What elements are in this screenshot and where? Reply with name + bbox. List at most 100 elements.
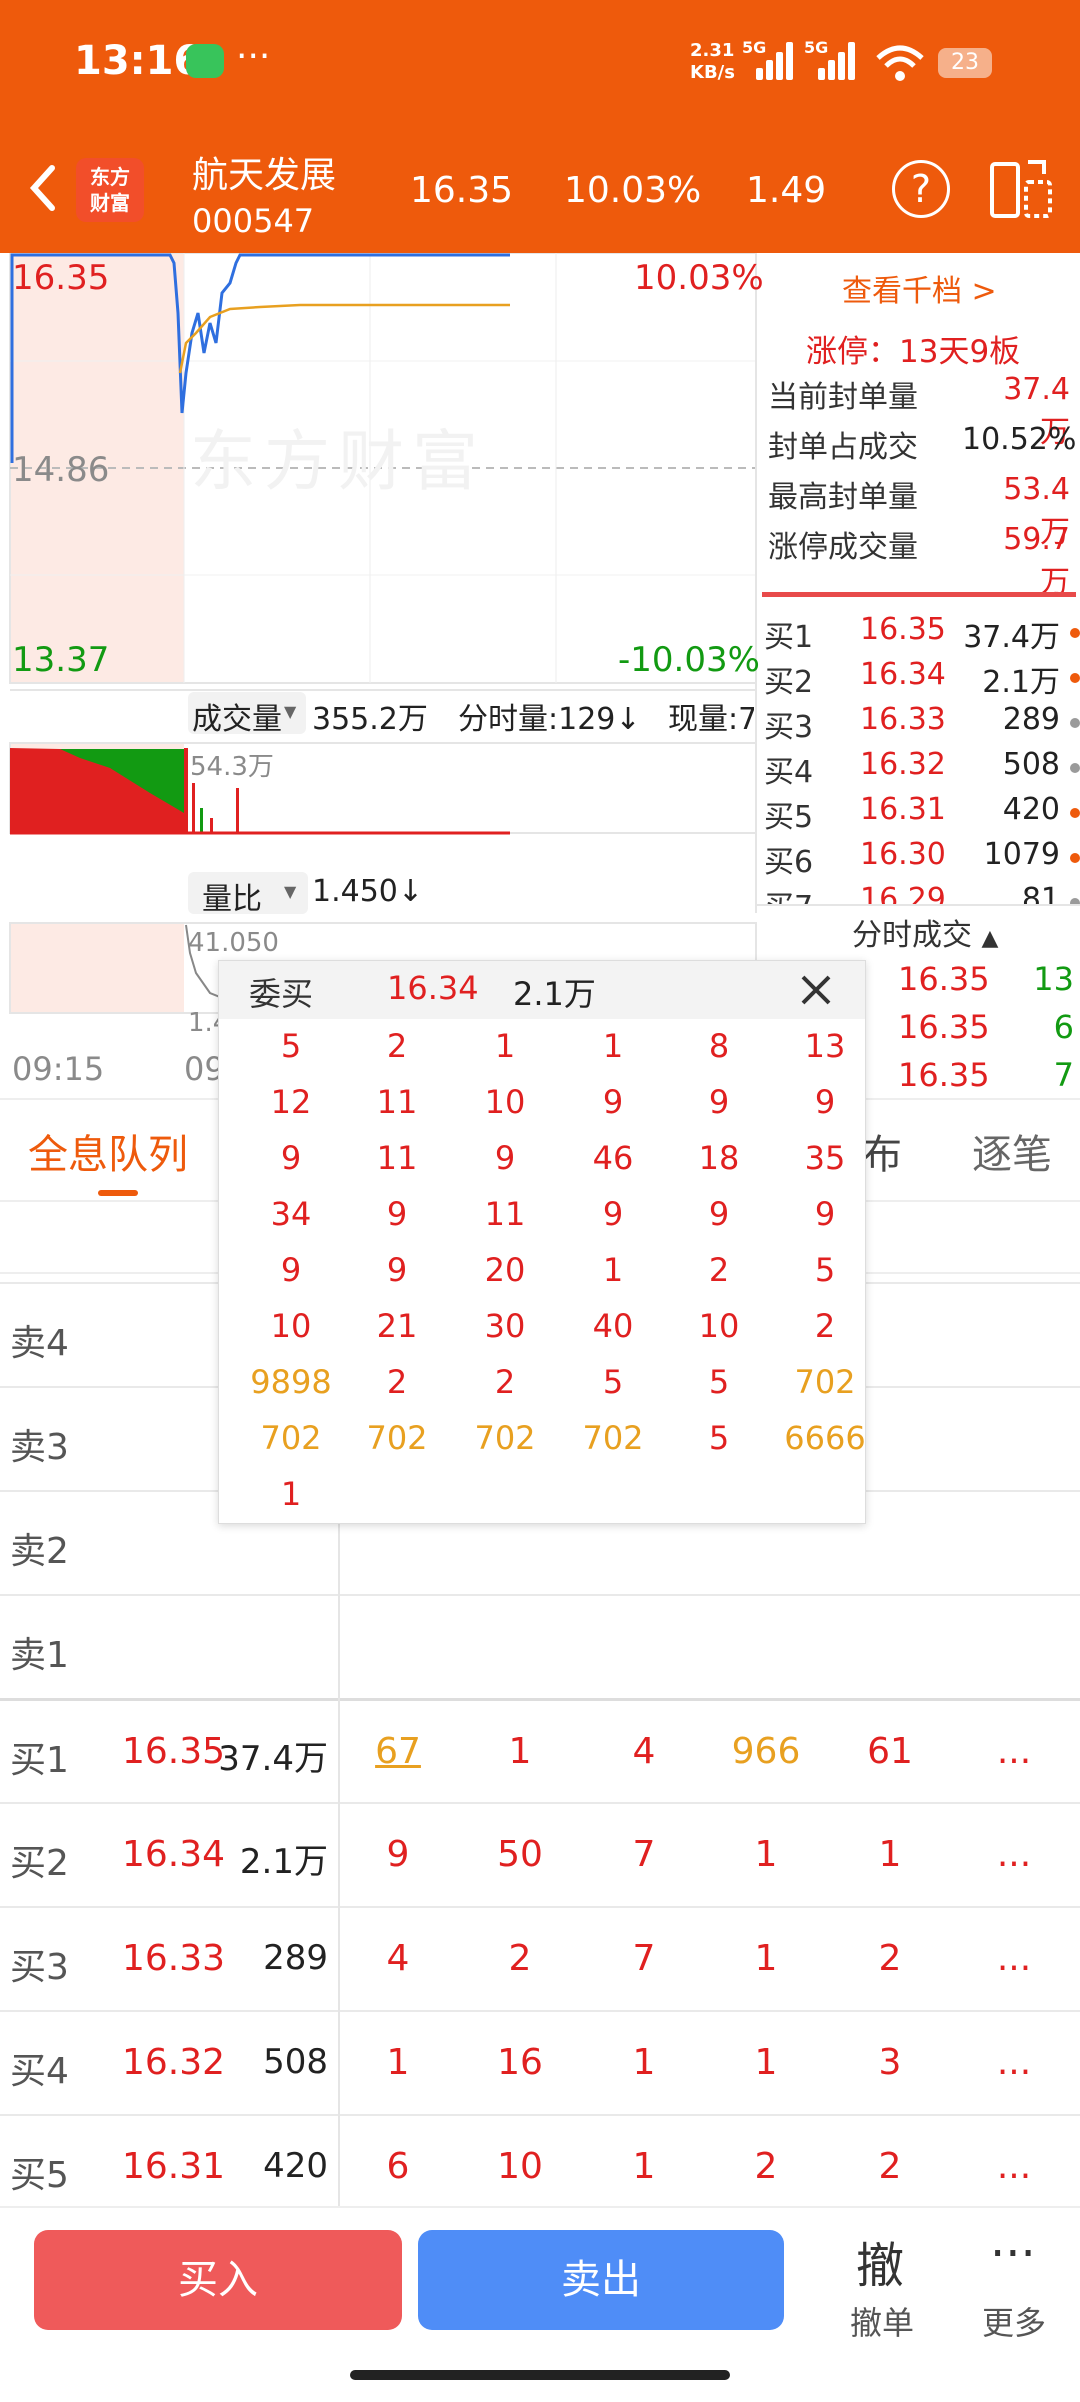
queue-more-icon[interactable]: ... bbox=[974, 1834, 1054, 1875]
logo-line2: 财富 bbox=[90, 191, 130, 215]
minute-volume: 分时量:129↓ bbox=[458, 702, 641, 737]
buy-button[interactable]: 买入 bbox=[34, 2230, 402, 2330]
queue-more-icon[interactable]: ... bbox=[974, 1938, 1054, 1979]
stat-label: 封单占成交 bbox=[768, 430, 918, 465]
status-time: 13:16 bbox=[74, 38, 202, 84]
popup-order-size: 9 bbox=[814, 1083, 836, 1121]
more-label[interactable]: 更多 bbox=[982, 2298, 1046, 2344]
back-icon[interactable] bbox=[22, 158, 62, 218]
cancel-order-icon[interactable]: 撤 bbox=[856, 2226, 904, 2296]
queue-level-price: 16.31 bbox=[122, 2146, 226, 2187]
header-change-pct: 10.03% bbox=[564, 170, 702, 211]
stock-code: 000547 bbox=[192, 202, 315, 240]
queue-order-size: 50 bbox=[497, 1834, 543, 1875]
book-level-volume: 420 bbox=[1002, 792, 1060, 827]
split-screen-icon[interactable] bbox=[988, 158, 1054, 220]
caret-down-icon: ▼ bbox=[284, 882, 297, 901]
view-thousand-levels-link[interactable]: 查看千档 > bbox=[842, 266, 997, 310]
stat-label: 涨停成交量 bbox=[768, 530, 918, 565]
queue-more-icon[interactable]: ... bbox=[974, 1731, 1054, 1772]
order-book-row[interactable]: 买4 16.32 508 bbox=[764, 747, 1080, 791]
popup-order-size: 35 bbox=[804, 1139, 846, 1177]
popup-order-size: 21 bbox=[376, 1307, 418, 1345]
book-level-volume: 508 bbox=[1002, 747, 1060, 782]
popup-order-size: 5 bbox=[708, 1363, 730, 1401]
ticks-title-label: 分时成交 bbox=[852, 918, 972, 953]
book-level-volume: 37.4万 bbox=[963, 620, 1060, 655]
popup-order-size: 9 bbox=[280, 1139, 302, 1177]
popup-order-size: 2 bbox=[814, 1307, 836, 1345]
popup-order-size: 40 bbox=[592, 1307, 634, 1345]
popup-order-size: 10 bbox=[698, 1307, 740, 1345]
book-level-dot-icon bbox=[1070, 718, 1080, 728]
queue-buy-row[interactable]: 买1 16.35 37.4万 67 1 4 966 61... bbox=[0, 1698, 1080, 1805]
popup-order-size: 8 bbox=[708, 1027, 730, 1065]
queue-sell-row[interactable]: 卖1 bbox=[0, 1594, 1080, 1700]
stock-name[interactable]: 航天发展 bbox=[192, 146, 336, 198]
order-book-row[interactable]: 买7 16.29 81 bbox=[764, 882, 1080, 906]
net-label: 5G bbox=[742, 38, 767, 57]
popup-order-size: 9 bbox=[708, 1195, 730, 1233]
tab-tick-by-tick[interactable]: 逐笔 bbox=[972, 1122, 1052, 1180]
order-book-row[interactable]: 买3 16.33 289 bbox=[764, 702, 1080, 746]
popup-order-size: 5 bbox=[602, 1363, 624, 1401]
ratio-axis-max: 41.050 bbox=[188, 928, 279, 958]
net-label-2: 5G bbox=[804, 38, 829, 57]
popup-order-size: 18 bbox=[698, 1139, 740, 1177]
popup-title: 委买 bbox=[249, 975, 314, 1013]
signal-icon-2: 5G bbox=[804, 38, 864, 80]
book-level-volume: 81 bbox=[1021, 882, 1060, 906]
bid-queue-popup: 委买 16.34 2.1万 5 2 1 1 8 13 12 11 10 9 9 9 9 11 9 46 18 35… bbox=[218, 960, 866, 1524]
popup-order-size: 9 bbox=[602, 1083, 624, 1121]
ticks-title[interactable]: 分时成交 ▲ bbox=[852, 910, 998, 954]
popup-order-size: 11 bbox=[484, 1195, 526, 1233]
volume-selector[interactable]: 成交量 ▼ bbox=[188, 692, 306, 737]
popup-header: 委买 16.34 2.1万 bbox=[219, 961, 865, 1019]
help-icon[interactable]: ? bbox=[892, 160, 950, 218]
home-indicator[interactable] bbox=[350, 2370, 730, 2380]
tab-full-queue[interactable]: 全息队列 bbox=[28, 1122, 188, 1180]
queue-more-icon[interactable]: ... bbox=[974, 2146, 1054, 2187]
popup-order-size: 11 bbox=[376, 1139, 418, 1177]
queue-level-price: 16.35 bbox=[122, 1731, 226, 1772]
book-level-dot-icon bbox=[1070, 628, 1080, 638]
popup-order-size: 9 bbox=[386, 1195, 408, 1233]
tick-price: 16.35 bbox=[898, 960, 990, 998]
book-level-volume: 2.1万 bbox=[982, 665, 1060, 700]
queue-buy-row[interactable]: 买2 16.34 2.1万 9 50 7 1 1... bbox=[0, 1802, 1080, 1908]
order-book-row[interactable]: 买5 16.31 420 bbox=[764, 792, 1080, 836]
more-icon[interactable]: ··· bbox=[990, 2226, 1036, 2282]
order-book-row[interactable]: 买1 16.35 37.4万 bbox=[764, 612, 1080, 656]
queue-level-label: 买1 bbox=[10, 1740, 69, 1781]
book-level-price: 16.29 bbox=[860, 882, 946, 906]
cancel-order-label[interactable]: 撤单 bbox=[850, 2298, 914, 2344]
popup-order-size: 9 bbox=[814, 1195, 836, 1233]
queue-order-size: 1 bbox=[386, 2042, 410, 2083]
order-book-row[interactable]: 买6 16.30 1079 bbox=[764, 837, 1080, 881]
queue-buy-row[interactable]: 买4 16.32 508 1 16 1 1 3... bbox=[0, 2010, 1080, 2116]
order-book-row[interactable]: 买2 16.34 2.1万 bbox=[764, 657, 1080, 701]
sell-button[interactable]: 卖出 bbox=[418, 2230, 784, 2330]
popup-order-size: 702 bbox=[794, 1363, 856, 1401]
top-bar: 13:16 ··· 2.31 KB/s 5G 5G 23 东方 财富 航天发展 … bbox=[0, 0, 1080, 253]
book-level-price: 16.30 bbox=[860, 837, 946, 872]
popup-order-size: 46 bbox=[592, 1139, 634, 1177]
book-level-label: 买5 bbox=[764, 800, 814, 835]
popup-order-size: 5 bbox=[280, 1027, 302, 1065]
book-level-dot-icon bbox=[1070, 673, 1080, 683]
queue-order-size: 6 bbox=[386, 2146, 410, 2187]
queue-more-icon[interactable]: ... bbox=[974, 2042, 1054, 2083]
popup-order-size: 6666 bbox=[784, 1419, 866, 1457]
queue-order-size: 2 bbox=[878, 1938, 902, 1979]
ratio-selector[interactable]: 量比 ▼ bbox=[188, 872, 308, 917]
popup-order-size: 5 bbox=[814, 1251, 836, 1289]
ticks-divider bbox=[756, 904, 1080, 906]
book-level-price: 16.35 bbox=[860, 612, 946, 647]
queue-order-size: 2 bbox=[754, 2146, 778, 2187]
close-icon[interactable] bbox=[799, 973, 833, 1007]
queue-buy-row[interactable]: 买5 16.31 420 6 10 1 2 2... bbox=[0, 2114, 1080, 2220]
queue-order-size: 1 bbox=[878, 1834, 902, 1875]
chat-notification-icon bbox=[186, 44, 224, 78]
queue-buy-row[interactable]: 买3 16.33 289 4 2 7 1 2... bbox=[0, 1906, 1080, 2012]
queue-order-size: 1 bbox=[754, 2042, 778, 2083]
